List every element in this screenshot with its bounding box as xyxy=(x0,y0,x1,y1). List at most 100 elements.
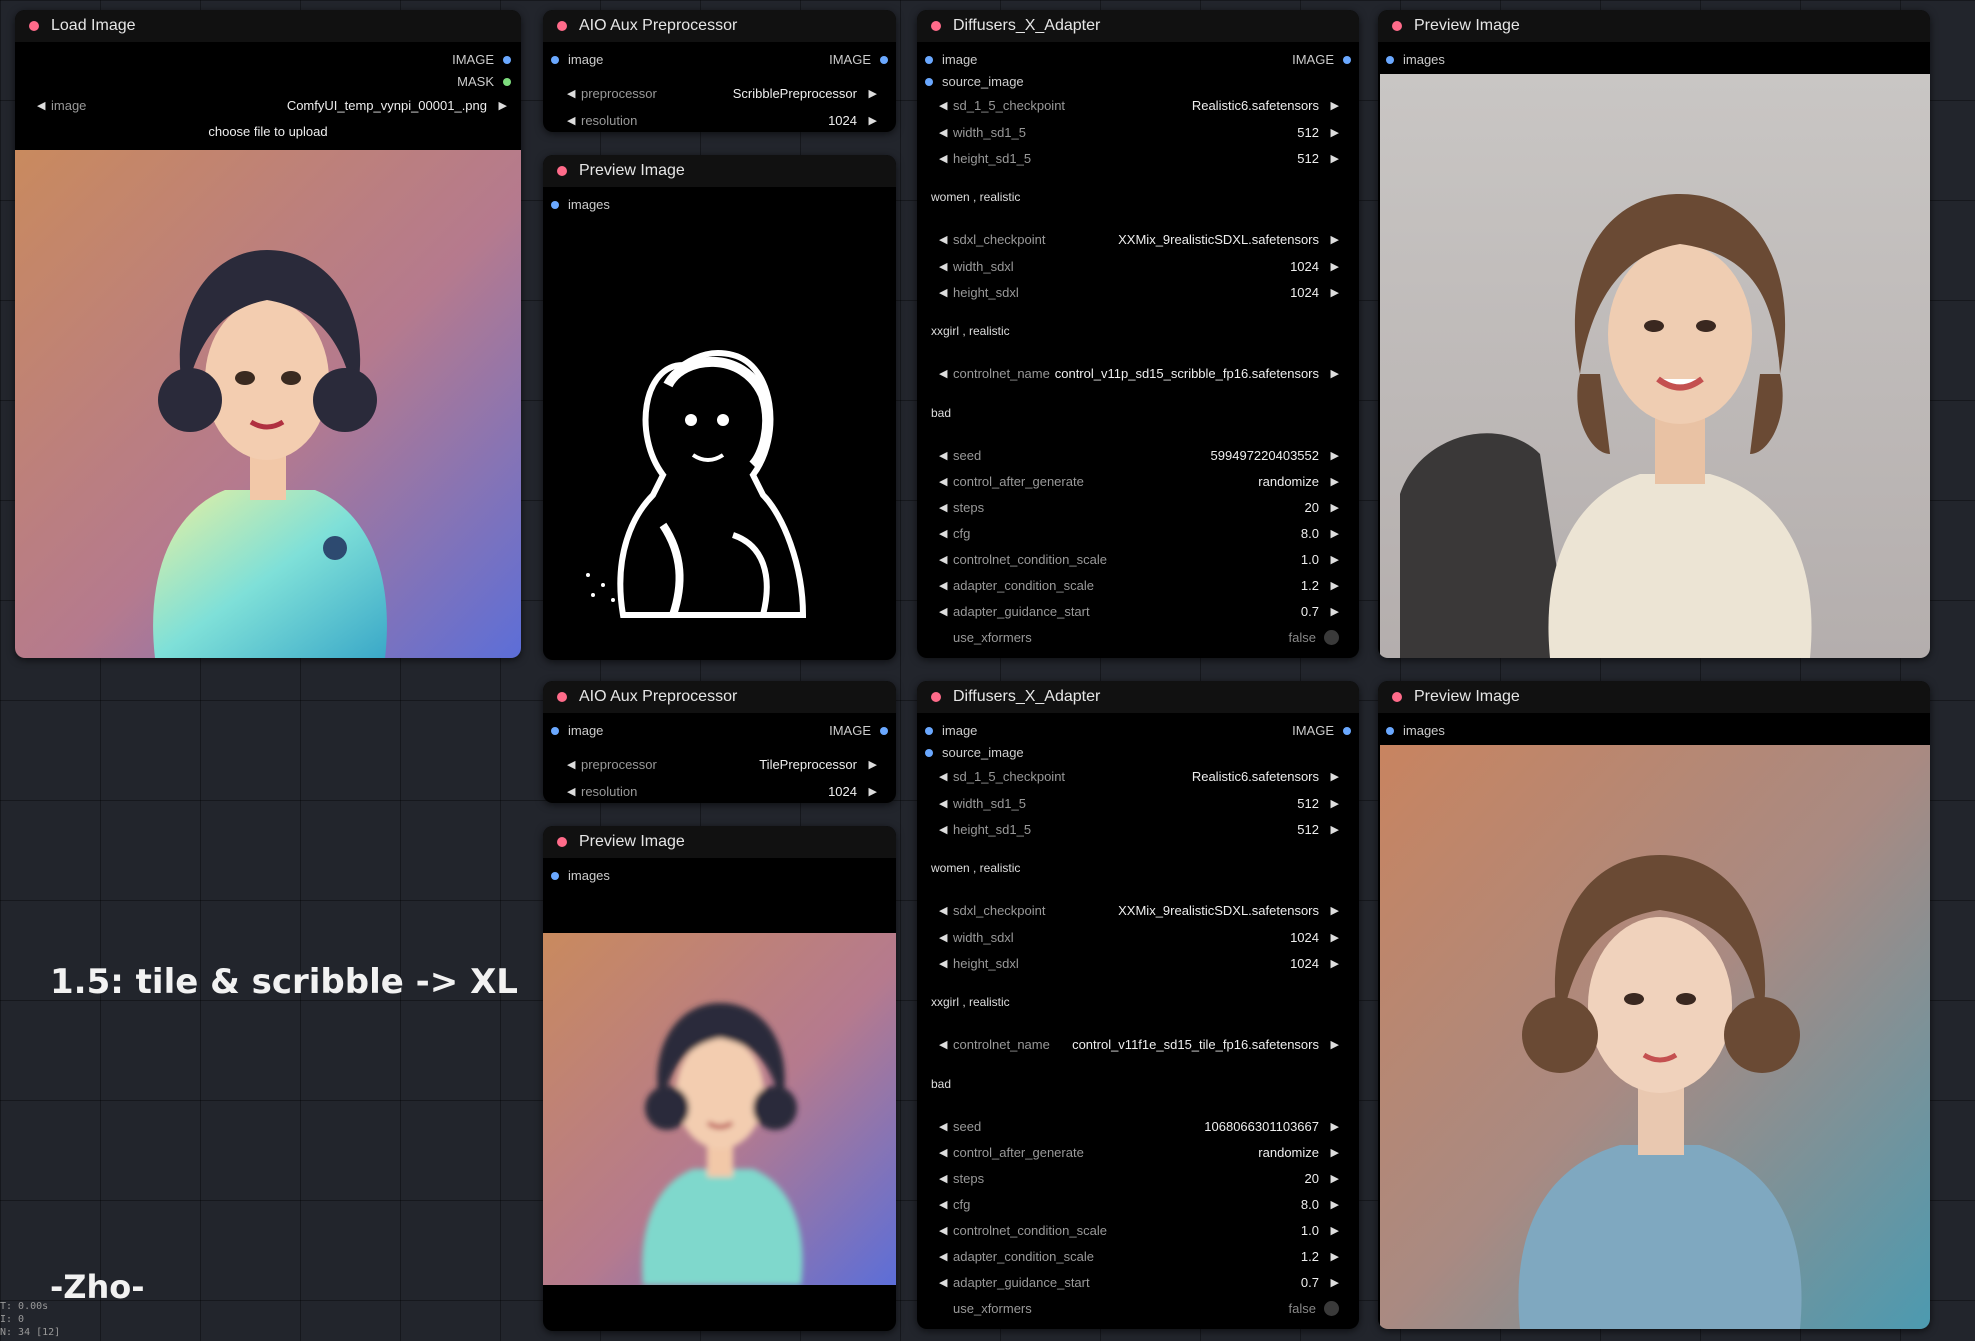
left-arrow-icon[interactable]: ◀ xyxy=(939,1224,953,1237)
left-arrow-icon[interactable]: ◀ xyxy=(567,785,581,798)
right-arrow-icon[interactable]: ▶ xyxy=(1325,904,1339,917)
input-images[interactable]: images xyxy=(551,868,610,883)
left-arrow-icon[interactable]: ◀ xyxy=(939,957,953,970)
left-arrow-icon[interactable]: ◀ xyxy=(939,233,953,246)
right-arrow-icon[interactable]: ▶ xyxy=(863,758,877,771)
prompt-sdxl-textarea[interactable]: xxgirl , realistic xyxy=(931,995,1010,1009)
diffusers-x-adapter-node-2[interactable]: Diffusers_X_Adapter image IMAGE source_i… xyxy=(917,681,1359,1329)
upload-button[interactable]: choose file to upload xyxy=(15,124,521,139)
right-arrow-icon[interactable]: ▶ xyxy=(1325,931,1339,944)
input-source-image[interactable]: source_image xyxy=(925,745,1024,760)
node-title-bar[interactable]: Load Image xyxy=(15,10,521,42)
preview-image-node-output-2[interactable]: Preview Image images xyxy=(1378,681,1930,1329)
preview-image-node-scribble[interactable]: Preview Image images xyxy=(543,155,896,660)
controlnet-name-widget[interactable]: ◀ controlnet_name control_v11f1e_sd15_tile… xyxy=(939,1032,1339,1056)
node-title-bar[interactable]: Diffusers_X_Adapter xyxy=(917,681,1359,713)
node-title-bar[interactable]: Preview Image xyxy=(1378,681,1930,713)
resolution-widget[interactable]: ◀ resolution 1024 ▶ xyxy=(567,108,877,132)
right-arrow-icon[interactable]: ▶ xyxy=(1325,233,1339,246)
controlnet-name-widget[interactable]: ◀ controlnet_name control_v11p_sd15_scribb… xyxy=(939,361,1339,385)
right-arrow-icon[interactable]: ▶ xyxy=(1325,1172,1339,1185)
seed-widget[interactable]: ◀ seed 1068066301103667 ▶ xyxy=(939,1114,1339,1138)
input-socket[interactable] xyxy=(925,726,933,735)
output-socket[interactable] xyxy=(880,726,888,735)
left-arrow-icon[interactable]: ◀ xyxy=(939,286,953,299)
height-sdxl-widget[interactable]: ◀ height_sdxl 1024 ▶ xyxy=(939,951,1339,975)
width-sd15-widget[interactable]: ◀ width_sd1_5 512 ▶ xyxy=(939,120,1339,144)
toggle-icon[interactable] xyxy=(1324,629,1339,645)
right-arrow-icon[interactable]: ▶ xyxy=(1325,605,1339,618)
left-arrow-icon[interactable]: ◀ xyxy=(939,126,953,139)
left-arrow-icon[interactable]: ◀ xyxy=(567,114,581,127)
input-socket[interactable] xyxy=(551,871,559,880)
output-image[interactable]: IMAGE xyxy=(1292,723,1351,738)
left-arrow-icon[interactable]: ◀ xyxy=(939,823,953,836)
right-arrow-icon[interactable]: ▶ xyxy=(1325,152,1339,165)
right-arrow-icon[interactable]: ▶ xyxy=(1325,823,1339,836)
input-socket[interactable] xyxy=(925,748,933,757)
input-source-image[interactable]: source_image xyxy=(925,74,1024,89)
preprocessor-widget[interactable]: ◀ preprocessor ScribblePreprocessor ▶ xyxy=(567,81,877,105)
prompt-sd15-textarea[interactable]: women , realistic xyxy=(931,861,1020,875)
input-socket[interactable] xyxy=(925,77,933,86)
width-sdxl-widget[interactable]: ◀ width_sdxl 1024 ▶ xyxy=(939,925,1339,949)
left-arrow-icon[interactable]: ◀ xyxy=(939,449,953,462)
output-socket[interactable] xyxy=(1343,55,1351,64)
adapter-guidance-start-widget[interactable]: ◀ adapter_guidance_start 0.7 ▶ xyxy=(939,599,1339,623)
input-image[interactable]: image xyxy=(925,723,977,738)
negative-prompt-textarea[interactable]: bad xyxy=(931,406,951,420)
right-arrow-icon[interactable]: ▶ xyxy=(1325,367,1339,380)
preview-image-node-output-1[interactable]: Preview Image images xyxy=(1378,10,1930,658)
preprocessor-widget[interactable]: ◀ preprocessor TilePreprocessor ▶ xyxy=(567,752,877,776)
right-arrow-icon[interactable]: ▶ xyxy=(1325,286,1339,299)
right-arrow-icon[interactable]: ▶ xyxy=(1325,260,1339,273)
preview-image-node-tile[interactable]: Preview Image images xyxy=(543,826,896,1331)
right-arrow-icon[interactable]: ▶ xyxy=(1325,770,1339,783)
right-arrow-icon[interactable]: ▶ xyxy=(1325,1146,1339,1159)
input-socket[interactable] xyxy=(1386,726,1394,735)
adapter-condition-scale-widget[interactable]: ◀ adapter_condition_scale 1.2 ▶ xyxy=(939,1244,1339,1268)
right-arrow-icon[interactable]: ▶ xyxy=(1325,797,1339,810)
cfg-widget[interactable]: ◀ cfg 8.0 ▶ xyxy=(939,1192,1339,1216)
left-arrow-icon[interactable]: ◀ xyxy=(939,579,953,592)
input-images[interactable]: images xyxy=(1386,52,1445,67)
node-title-bar[interactable]: AIO Aux Preprocessor xyxy=(543,681,896,713)
right-arrow-icon[interactable]: ▶ xyxy=(1325,527,1339,540)
left-arrow-icon[interactable]: ◀ xyxy=(939,770,953,783)
left-arrow-icon[interactable]: ◀ xyxy=(567,87,581,100)
output-image[interactable]: IMAGE xyxy=(829,723,888,738)
left-arrow-icon[interactable]: ◀ xyxy=(939,1120,953,1133)
adapter-guidance-start-widget[interactable]: ◀ adapter_guidance_start 0.7 ▶ xyxy=(939,1270,1339,1294)
sdxl-checkpoint-widget[interactable]: ◀ sdxl_checkpoint XXMix_9realisticSDXL.saf… xyxy=(939,227,1339,251)
node-title-bar[interactable]: Preview Image xyxy=(543,826,896,858)
toggle-icon[interactable] xyxy=(1324,1300,1339,1316)
left-arrow-icon[interactable]: ◀ xyxy=(939,1276,953,1289)
input-image[interactable]: image xyxy=(925,52,977,67)
sd15-checkpoint-widget[interactable]: ◀ sd_1_5_checkpoint Realistic6.safetensors… xyxy=(939,764,1339,788)
left-arrow-icon[interactable]: ◀ xyxy=(939,553,953,566)
sd15-checkpoint-widget[interactable]: ◀ sd_1_5_checkpoint Realistic6.safetensors… xyxy=(939,93,1339,117)
output-socket[interactable] xyxy=(1343,726,1351,735)
use-xformers-toggle[interactable]: use_xformers false xyxy=(939,1296,1339,1320)
left-arrow-icon[interactable]: ◀ xyxy=(939,527,953,540)
image-combo-widget[interactable]: ◀ image ComfyUI_temp_vynpi_00001_.png ▶ xyxy=(37,93,507,117)
input-image[interactable]: image xyxy=(551,723,603,738)
left-arrow-icon[interactable]: ◀ xyxy=(37,99,51,112)
left-arrow-icon[interactable]: ◀ xyxy=(939,1038,953,1051)
input-image[interactable]: image xyxy=(551,52,603,67)
input-images[interactable]: images xyxy=(1386,723,1445,738)
load-image-node[interactable]: Load Image IMAGE MASK ◀ image ComfyUI_te… xyxy=(15,10,521,658)
height-sd15-widget[interactable]: ◀ height_sd1_5 512 ▶ xyxy=(939,817,1339,841)
prompt-sdxl-textarea[interactable]: xxgirl , realistic xyxy=(931,324,1010,338)
steps-widget[interactable]: ◀ steps 20 ▶ xyxy=(939,495,1339,519)
controlnet-condition-scale-widget[interactable]: ◀ controlnet_condition_scale 1.0 ▶ xyxy=(939,547,1339,571)
output-image[interactable]: IMAGE xyxy=(452,52,511,67)
controlnet-condition-scale-widget[interactable]: ◀ controlnet_condition_scale 1.0 ▶ xyxy=(939,1218,1339,1242)
input-socket[interactable] xyxy=(551,200,559,209)
cfg-widget[interactable]: ◀ cfg 8.0 ▶ xyxy=(939,521,1339,545)
left-arrow-icon[interactable]: ◀ xyxy=(939,1172,953,1185)
left-arrow-icon[interactable]: ◀ xyxy=(567,758,581,771)
height-sdxl-widget[interactable]: ◀ height_sdxl 1024 ▶ xyxy=(939,280,1339,304)
aio-aux-preprocessor-node-2[interactable]: AIO Aux Preprocessor image IMAGE ◀ prepro… xyxy=(543,681,896,803)
steps-widget[interactable]: ◀ steps 20 ▶ xyxy=(939,1166,1339,1190)
